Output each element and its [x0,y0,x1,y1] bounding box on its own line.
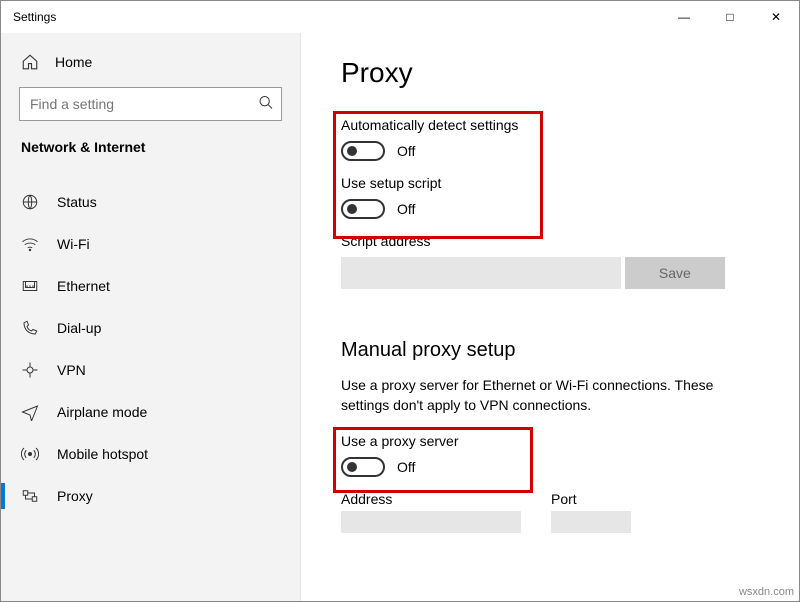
minimize-button[interactable]: — [661,1,707,33]
category-label: Network & Internet [1,139,300,171]
sidebar-item-label: Wi-Fi [57,236,90,252]
auto-detect-toggle[interactable] [341,141,385,161]
sidebar-item-label: Mobile hotspot [57,446,148,462]
sidebar-item-label: Ethernet [57,278,110,294]
auto-detect-label: Automatically detect settings [341,117,759,133]
nav-list: Status Wi-Fi Ethernet [1,181,300,517]
save-button[interactable]: Save [625,257,725,289]
auto-proxy-section: Automatically detect settings Off Use se… [341,117,759,305]
search-input[interactable] [19,87,282,121]
setup-script-toggle[interactable] [341,199,385,219]
search-wrap [19,87,282,121]
manual-proxy-heading: Manual proxy setup [341,339,759,362]
sidebar-item-label: Dial-up [57,320,101,336]
window-title: Settings [13,10,661,24]
script-address-label: Script address [341,233,759,249]
sidebar-item-wifi[interactable]: Wi-Fi [1,223,300,265]
use-proxy-toggle[interactable] [341,457,385,477]
address-input[interactable] [341,511,521,533]
phone-icon [21,319,39,337]
page-title: Proxy [341,57,759,89]
setup-script-state: Off [397,201,415,217]
maximize-button[interactable]: □ [707,1,753,33]
sidebar-item-proxy[interactable]: Proxy [1,475,300,517]
hotspot-icon [21,445,39,463]
sidebar-item-dialup[interactable]: Dial-up [1,307,300,349]
sidebar-item-ethernet[interactable]: Ethernet [1,265,300,307]
sidebar-item-label: Status [57,194,97,210]
sidebar-item-hotspot[interactable]: Mobile hotspot [1,433,300,475]
auto-detect-state: Off [397,143,415,159]
window-controls: — □ ✕ [661,1,799,33]
use-proxy-label: Use a proxy server [341,433,759,449]
manual-proxy-description: Use a proxy server for Ethernet or Wi-Fi… [341,376,759,415]
titlebar: Settings — □ ✕ [1,1,799,33]
script-address-input[interactable] [341,257,621,289]
home-button[interactable]: Home [1,43,300,87]
address-label: Address [341,491,521,507]
sidebar-item-airplane[interactable]: Airplane mode [1,391,300,433]
sidebar-item-vpn[interactable]: VPN [1,349,300,391]
close-button[interactable]: ✕ [753,1,799,33]
home-icon [21,53,39,71]
proxy-icon [21,487,39,505]
main-panel: Proxy Automatically detect settings Off … [301,33,799,601]
port-input[interactable] [551,511,631,533]
globe-icon [21,193,39,211]
sidebar-item-label: Airplane mode [57,404,147,420]
setup-script-label: Use setup script [341,175,759,191]
home-label: Home [55,54,92,70]
vpn-icon [21,361,39,379]
manual-proxy-section: Use a proxy server Off Address Port [341,433,759,533]
sidebar-item-status[interactable]: Status [1,181,300,223]
settings-window: Settings — □ ✕ Home Network & Internet [0,0,800,602]
wifi-icon [21,235,39,253]
sidebar-item-label: Proxy [57,488,93,504]
port-label: Port [551,491,631,507]
use-proxy-state: Off [397,459,415,475]
ethernet-icon [21,277,39,295]
airplane-icon [21,403,39,421]
search-icon [258,95,274,114]
sidebar: Home Network & Internet Status [1,33,301,601]
watermark: wsxdn.com [739,586,794,598]
sidebar-item-label: VPN [57,362,86,378]
